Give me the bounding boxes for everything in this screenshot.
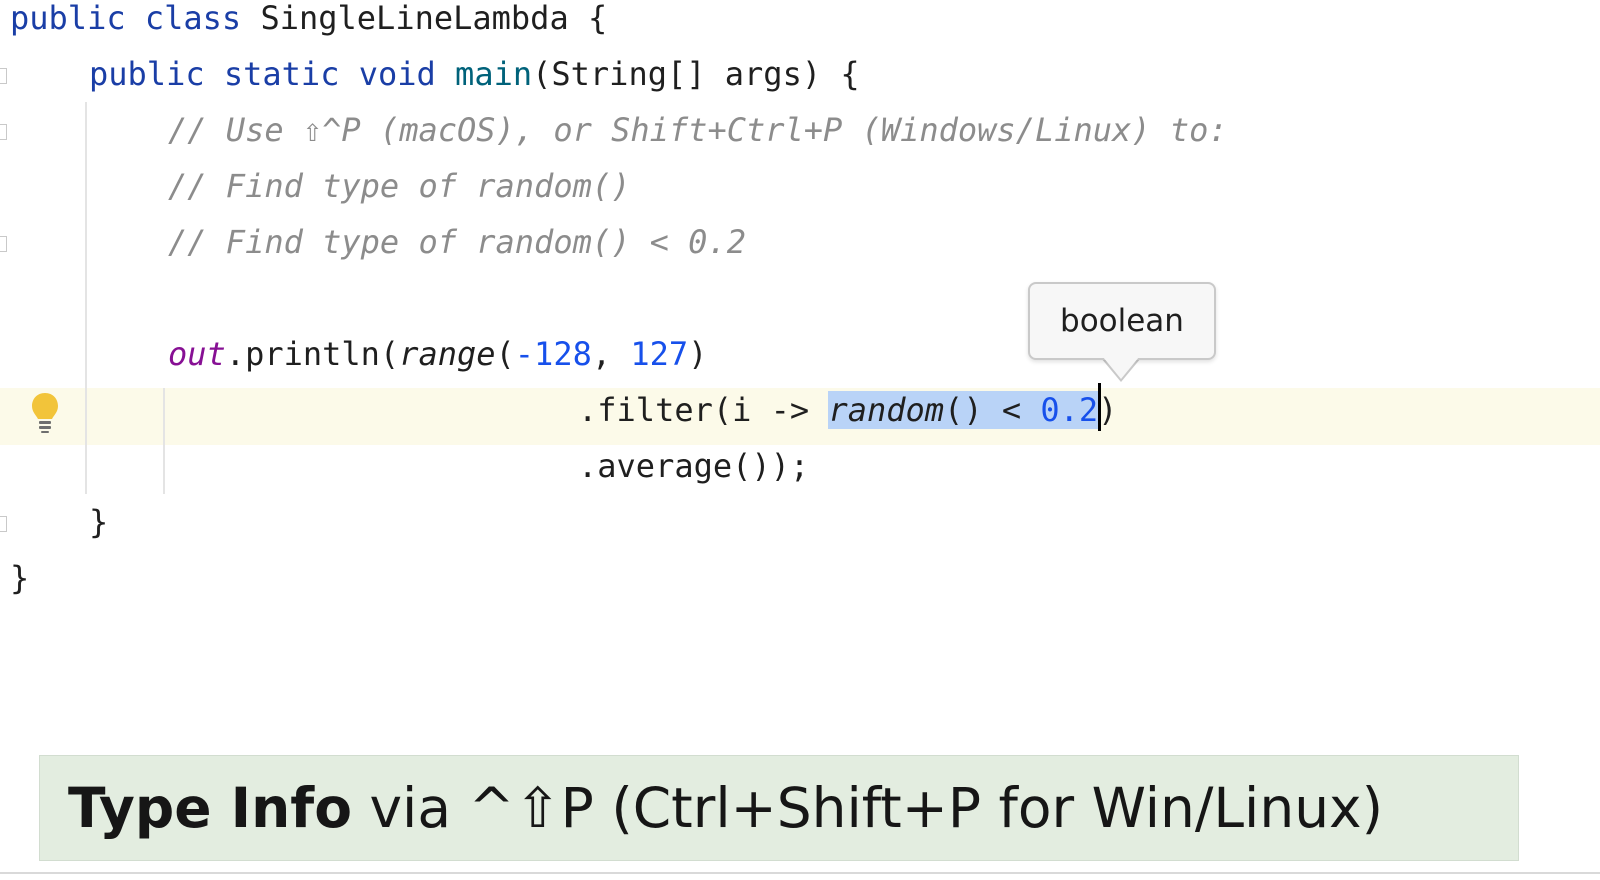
number-literal: 127 — [630, 335, 689, 373]
fold-marker[interactable] — [0, 516, 7, 532]
closing-brace[interactable]: } — [10, 550, 29, 607]
tip-banner: Type Info via ^⇧P (Ctrl+Shift+P for Win/… — [39, 755, 1519, 861]
fold-marker[interactable] — [0, 124, 7, 140]
code-line-current[interactable]: .filter(i -> random() < 0.2) — [578, 382, 1117, 439]
code-line[interactable]: .average()); — [578, 438, 809, 495]
divider — [0, 872, 1600, 874]
method-name: main — [455, 55, 533, 93]
comment-line[interactable]: // Find type of random() — [168, 158, 630, 215]
indent-guide — [163, 388, 165, 494]
static-field: out — [168, 335, 226, 373]
banner-title: Type Info — [68, 776, 352, 840]
lightbulb-icon[interactable] — [31, 392, 59, 434]
filter-call: .filter(i -> — [578, 391, 829, 429]
comment-line[interactable]: // Find type of random() < 0.2 — [168, 214, 746, 271]
method-call: .println( — [225, 335, 400, 373]
operator: () < — [944, 391, 1041, 429]
paren: ( — [495, 335, 515, 373]
number-literal: -128 — [514, 335, 592, 373]
method-signature: (String[] args) { — [532, 55, 860, 93]
keyword: public class — [10, 0, 242, 37]
indent-guide — [85, 102, 87, 494]
fold-marker[interactable] — [0, 68, 7, 84]
code-line[interactable]: public class SingleLineLambda { — [10, 0, 607, 47]
static-method: range — [399, 335, 496, 373]
class-name: SingleLineLambda { — [241, 0, 608, 37]
selected-expression[interactable]: random() < 0.2 — [828, 391, 1099, 429]
paren: ) — [1098, 391, 1118, 429]
number-literal: 0.2 — [1040, 391, 1099, 429]
code-line[interactable]: public static void main(String[] args) { — [89, 46, 860, 103]
comma: , — [591, 335, 631, 373]
code-editor[interactable]: public class SingleLineLambda { public s… — [0, 0, 1600, 760]
banner-text: via ^⇧P (Ctrl+Shift+P for Win/Linux) — [352, 776, 1384, 840]
type-info-tooltip: boolean — [1028, 282, 1216, 360]
comment-line[interactable]: // Use ⇧^P (macOS), or Shift+Ctrl+P (Win… — [168, 102, 1228, 159]
tooltip-pointer-fill — [1103, 357, 1139, 379]
keyword: public static void — [89, 55, 436, 93]
code-line[interactable]: out.println(range(-128, 127) — [168, 326, 707, 383]
closing-brace[interactable]: } — [89, 494, 108, 551]
fold-marker[interactable] — [0, 236, 7, 252]
paren: ) — [688, 335, 708, 373]
static-method: random — [828, 391, 945, 429]
